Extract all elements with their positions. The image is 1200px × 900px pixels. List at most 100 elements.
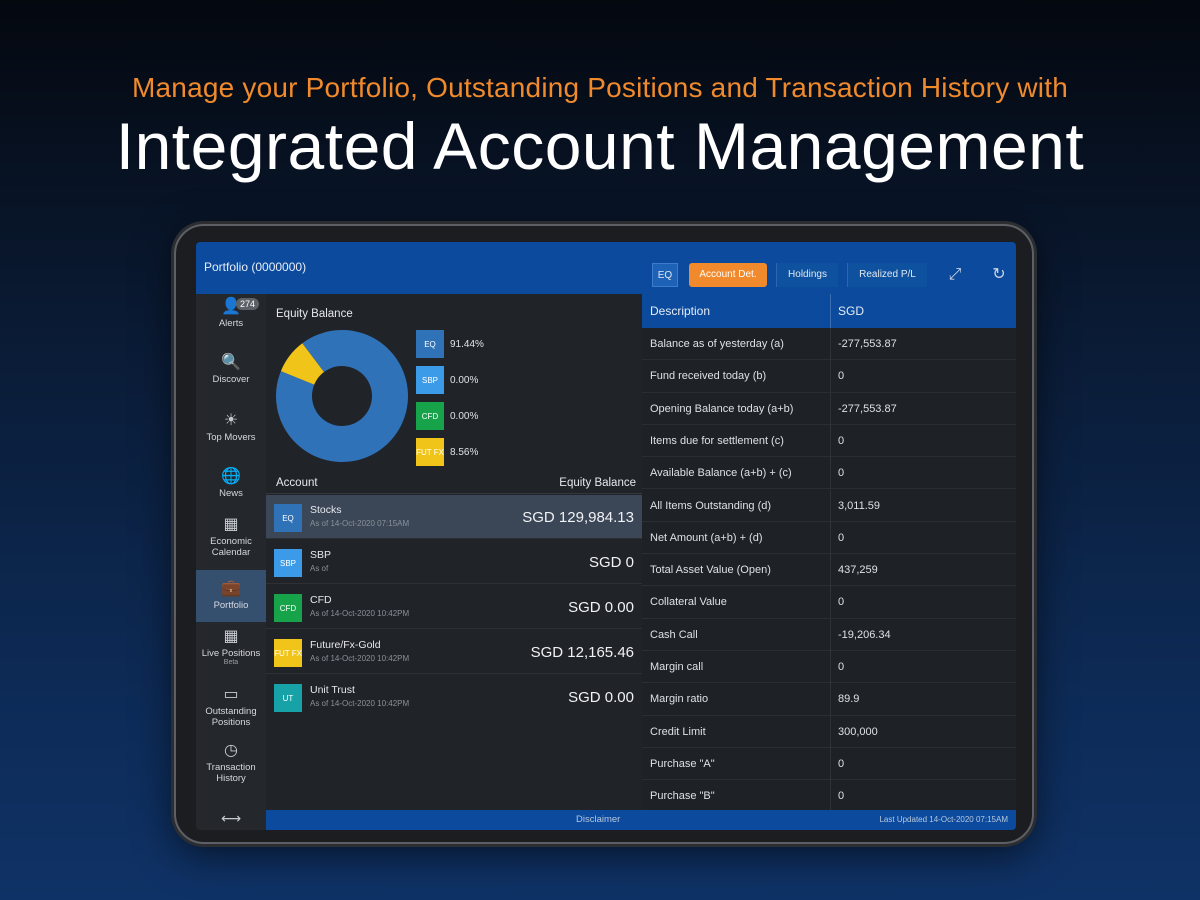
details-row-label: Cash Call <box>650 628 698 641</box>
page-title: Portfolio (0000000) <box>204 260 307 274</box>
disclaimer-link[interactable]: Disclaimer <box>576 814 620 825</box>
legend-swatch-sbp: SBP <box>416 366 444 394</box>
sidebar-item-label: Discover <box>212 374 250 385</box>
sidebar-item-economic-calendar[interactable]: ▦ Economic Calendar <box>196 516 266 558</box>
account-row-cfd[interactable]: CFD CFD As of 14-Oct-2020 10:42PM SGD 0.… <box>266 585 642 629</box>
account-balance: SGD 12,165.46 <box>530 644 634 661</box>
details-row: Cash Call -19,206.34 <box>642 618 1016 651</box>
column-divider <box>830 747 831 780</box>
details-row-label: Purchase "A" <box>650 757 715 770</box>
tab-realized-pl[interactable]: Realized P/L <box>847 263 927 287</box>
details-row: Purchase "A" 0 <box>642 747 1016 781</box>
expand-icon[interactable]: ⤢ <box>946 266 964 284</box>
account-balance: SGD 0 <box>588 554 634 571</box>
column-divider <box>830 328 831 360</box>
details-row-value: -277,553.87 <box>838 402 897 415</box>
column-divider <box>830 715 831 748</box>
top-bar: Portfolio (0000000) EQ Account Det. Hold… <box>196 242 1016 294</box>
tab-holdings[interactable]: Holdings <box>776 263 838 287</box>
details-row-value: 0 <box>838 370 845 383</box>
details-row-value: 89.9 <box>838 693 860 706</box>
details-row-label: Total Asset Value (Open) <box>650 564 771 577</box>
sidebar-item-alerts[interactable]: 👤 Alerts 274 <box>196 298 266 329</box>
details-row-label: Collateral Value <box>650 596 727 609</box>
sidebar-item-label: Portfolio <box>213 600 249 611</box>
legend-swatch-eq: EQ <box>416 330 444 358</box>
sidebar-item-news[interactable]: 🌐 News <box>196 468 266 499</box>
details-row: Margin ratio 89.9 <box>642 683 1016 716</box>
sidebar-item-outstanding-positions[interactable]: ▭ Outstanding Positions <box>196 686 266 728</box>
legend-item: EQ 91.44% <box>416 330 484 358</box>
sidebar-item-transaction-history[interactable]: ◷ Transaction History <box>196 742 266 784</box>
details-row: Margin call 0 <box>642 651 1016 684</box>
details-row-value: 0 <box>838 596 845 609</box>
details-row-value: 0 <box>838 661 845 673</box>
tag-icon: ▭ <box>223 686 239 703</box>
details-row: Purchase "B" 0 <box>642 780 1016 813</box>
accounts-header: Account Equity Balance <box>266 472 642 494</box>
column-divider <box>830 294 831 328</box>
column-divider <box>830 586 831 619</box>
sidebar-item-discover[interactable]: 🔍 Discover <box>196 354 266 385</box>
sidebar-item-live-positions[interactable]: ▦ Live Positions Beta <box>196 628 266 666</box>
column-divider <box>830 392 831 425</box>
search-icon: 🔍 <box>221 354 241 371</box>
legend-swatch-fut-fx: FUT FX <box>416 438 444 466</box>
details-row-value: 300,000 <box>838 725 878 738</box>
details-row-value: 0 <box>838 467 845 480</box>
account-name: SBP <box>310 549 332 561</box>
column-divider <box>830 360 831 393</box>
account-balance: SGD 0.00 <box>568 689 634 706</box>
details-row-label: Purchase "B" <box>650 790 715 803</box>
account-code-badge: FUT FX <box>274 639 302 667</box>
account-row-sbp[interactable]: SBP SBP As of SGD 0 <box>266 540 642 584</box>
legend-value: 91.44% <box>450 338 484 350</box>
details-row: Available Balance (a+b) + (c) 0 <box>642 457 1016 490</box>
account-row-unit-trust[interactable]: UT Unit Trust As of 14-Oct-2020 10:42PM … <box>266 675 642 719</box>
account-asof: As of 14-Oct-2020 07:15AM <box>310 519 410 528</box>
sidebar-item-label: Outstanding Positions <box>205 706 257 728</box>
account-row-stocks[interactable]: EQ Stocks As of 14-Oct-2020 07:15AM SGD … <box>266 495 642 539</box>
legend-value: 0.00% <box>450 410 479 422</box>
details-row-label: Fund received today (b) <box>650 370 767 383</box>
legend-swatch-cfd: CFD <box>416 402 444 430</box>
sidebar-item-top-movers[interactable]: ☀ Top Movers <box>196 412 266 443</box>
sidebar-item-portfolio[interactable]: 💼 Portfolio <box>196 570 266 622</box>
currency-column-header: SGD <box>838 304 865 318</box>
details-row-label: All Items Outstanding (d) <box>650 499 772 512</box>
eq-selector-button[interactable]: EQ <box>652 263 678 287</box>
expand-horizontal-icon[interactable]: ⟷ <box>196 810 266 827</box>
details-row-label: Margin call <box>650 661 704 673</box>
description-column-header: Description <box>650 304 711 318</box>
account-code-badge: SBP <box>274 549 302 577</box>
details-row-label: Items due for settlement (c) <box>650 434 784 447</box>
refresh-icon[interactable]: ↻ <box>990 266 1008 284</box>
tab-account-details[interactable]: Account Det. <box>689 263 767 287</box>
calendar-icon: ▦ <box>223 516 239 533</box>
details-row: Total Asset Value (Open) 437,259 <box>642 554 1016 587</box>
details-row: Net Amount (a+b) + (d) 0 <box>642 521 1016 555</box>
account-row-future-fx-gold[interactable]: FUT FX Future/Fx-Gold As of 14-Oct-2020 … <box>266 630 642 674</box>
details-row-label: Net Amount (a+b) + (d) <box>650 531 763 544</box>
headline-title: Integrated Account Management <box>115 109 1085 183</box>
beta-label: Beta <box>223 659 239 666</box>
equity-panel: Equity Balance EQ 91.44% SBP 0.00% CFD 0… <box>266 294 642 810</box>
column-divider <box>830 651 831 683</box>
account-name: Stocks <box>310 504 342 516</box>
donut-svg <box>276 330 408 462</box>
column-divider <box>830 780 831 813</box>
clock-icon: ◷ <box>224 742 238 759</box>
account-name: Future/Fx-Gold <box>310 639 381 651</box>
sidebar: 👤 Alerts 274 🔍 Discover ☀ Top Movers 🌐 N… <box>196 294 266 830</box>
sidebar-item-label: Transaction History <box>206 762 256 784</box>
equity-donut-chart <box>274 328 410 464</box>
details-row-value: -19,206.34 <box>838 628 891 641</box>
account-code-badge: CFD <box>274 594 302 622</box>
details-row: Balance as of yesterday (a) -277,553.87 <box>642 328 1016 361</box>
details-row-value: -277,553.87 <box>838 338 897 350</box>
sidebar-item-label: News <box>219 488 243 499</box>
details-header: Description SGD <box>642 294 1016 328</box>
account-name: CFD <box>310 594 332 606</box>
sidebar-item-label: Top Movers <box>206 432 256 443</box>
column-divider <box>830 683 831 716</box>
